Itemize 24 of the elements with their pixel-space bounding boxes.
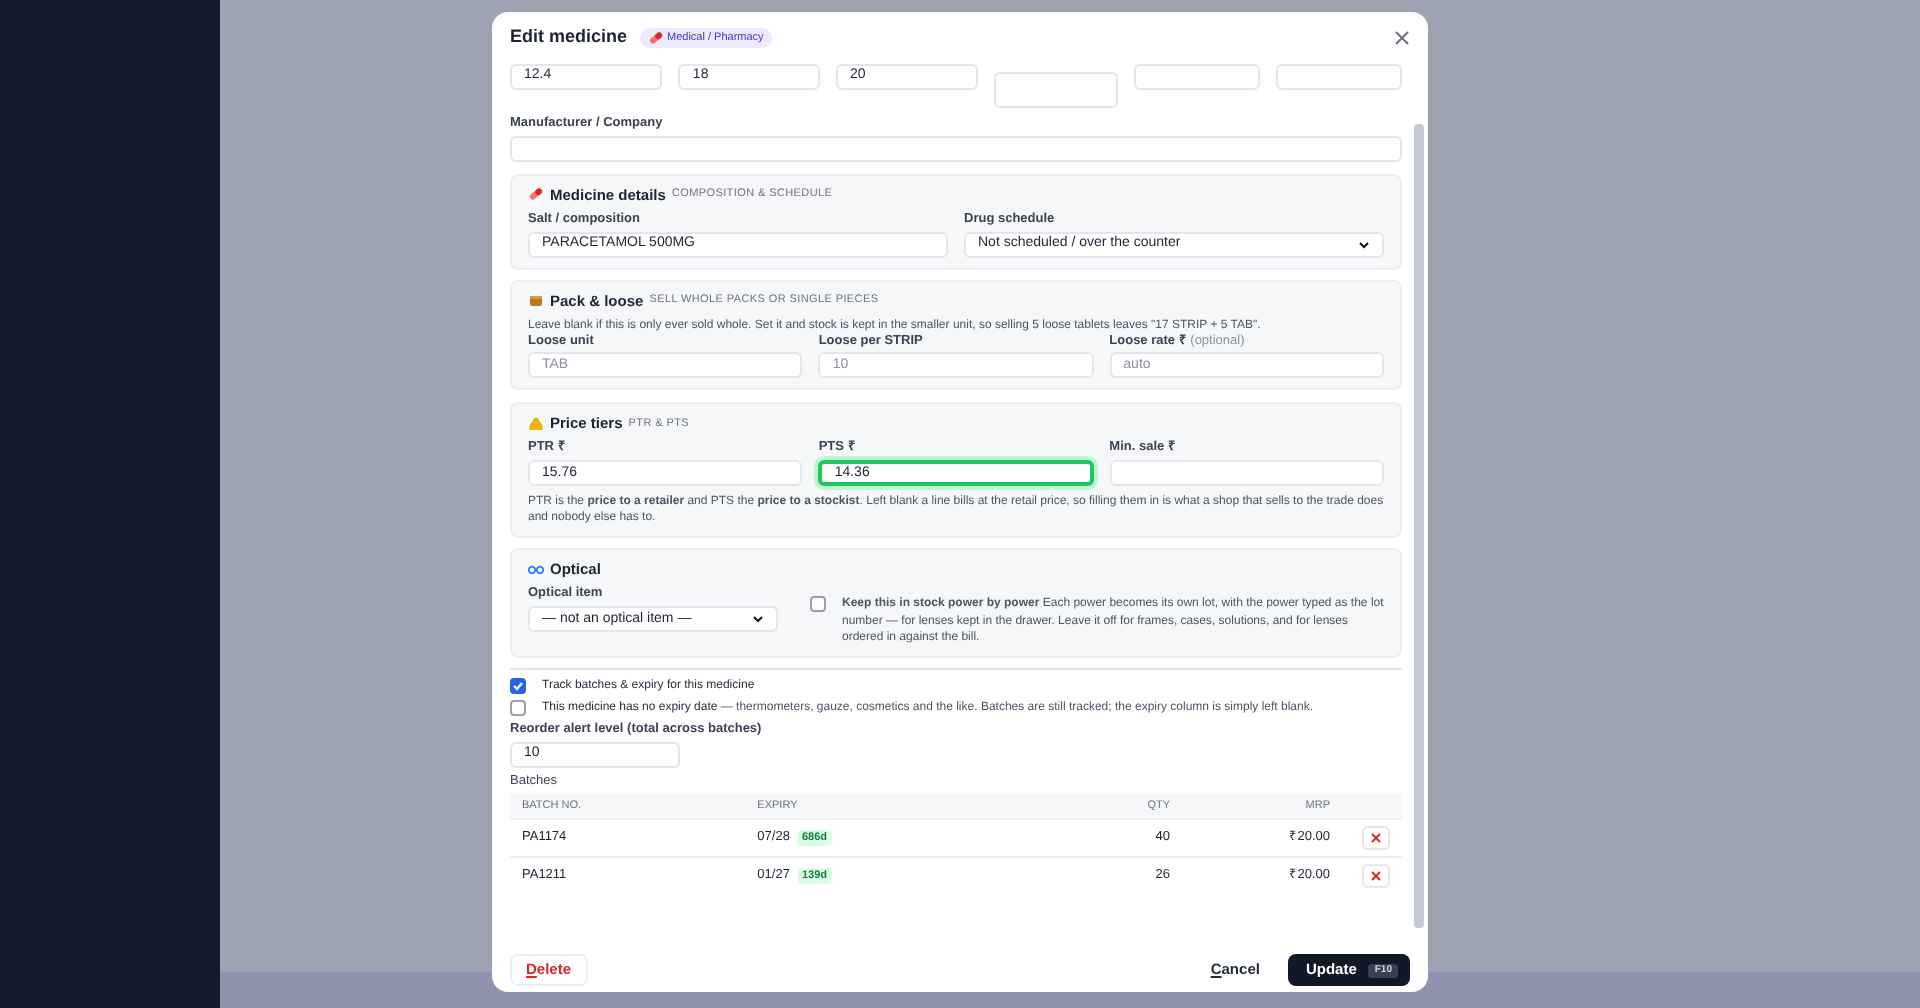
caret-icon (1358, 239, 1370, 250)
glasses-icon (528, 561, 544, 578)
checkbox[interactable] (510, 699, 526, 716)
close-icon (1370, 870, 1382, 883)
pill-icon (647, 30, 664, 46)
caret-icon (752, 614, 764, 625)
scrollbar[interactable] (1414, 124, 1424, 928)
checkbox[interactable] (810, 596, 826, 613)
money-bag-icon (528, 415, 544, 432)
close-icon (1394, 30, 1410, 46)
check-icon (512, 679, 524, 692)
pill-icon (528, 186, 544, 203)
input-field[interactable] (993, 72, 1119, 108)
input-field[interactable] (1134, 64, 1261, 90)
remove-button[interactable] (1362, 826, 1390, 851)
close-icon (1370, 832, 1382, 845)
checkbox[interactable] (510, 677, 526, 694)
close-button[interactable] (1394, 30, 1410, 46)
input-field[interactable] (510, 135, 1402, 162)
input-field[interactable] (1276, 64, 1402, 90)
input-field[interactable] (1109, 460, 1384, 487)
dialog-title: Edit medicine (510, 24, 628, 51)
box-icon (528, 292, 544, 309)
remove-button[interactable] (1362, 864, 1390, 889)
